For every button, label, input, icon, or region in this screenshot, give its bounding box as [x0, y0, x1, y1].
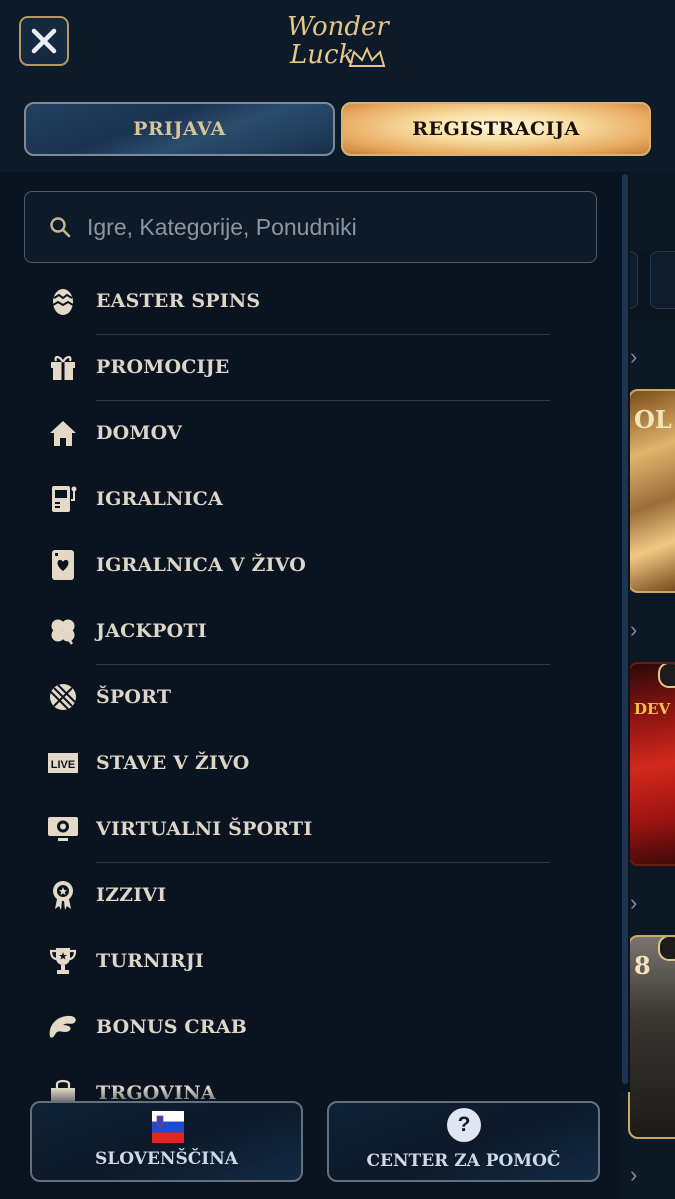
menu-item-label: TURNIRJI — [96, 950, 205, 972]
register-button[interactable]: REGISTRACIJA — [341, 102, 651, 156]
logo-text-top: Wonder — [287, 12, 389, 42]
game-card-title: OL — [634, 405, 672, 434]
login-button-label: PRIJAVA — [133, 118, 226, 140]
menu-item-label: DOMOV — [96, 422, 183, 444]
menu-item-igralnica[interactable]: IGRALNICA — [46, 466, 566, 532]
menu-item-label: BONUS CRAB — [96, 1016, 247, 1038]
chevron-right-icon[interactable]: › — [630, 1162, 637, 1188]
menu-item-label: IZZIVI — [96, 884, 167, 906]
menu-item-bonus-crab[interactable]: BONUS CRAB — [46, 994, 566, 1060]
gift-icon — [46, 350, 80, 384]
menu-scrollbar[interactable] — [620, 172, 630, 1092]
ball-icon — [46, 680, 80, 714]
question-mark-icon: ? — [447, 1108, 481, 1142]
close-button[interactable] — [19, 16, 69, 66]
game-card-title: 8 — [634, 951, 651, 980]
background-game-card[interactable]: DEV — [628, 662, 675, 866]
medal-icon — [46, 878, 80, 912]
background-game-card[interactable]: OL — [628, 389, 675, 593]
logo-text-bottom: Luck — [290, 40, 355, 70]
menu-item-izzivi[interactable]: IZZIVI — [46, 862, 566, 928]
search-icon — [50, 217, 71, 238]
background-category-tile[interactable] — [650, 251, 675, 309]
menu-item-label: EASTER SPINS — [96, 290, 261, 312]
egg-icon — [46, 284, 80, 318]
help-center-button[interactable]: ? CENTER ZA POMOČ — [327, 1101, 600, 1182]
game-card-badge — [658, 664, 675, 688]
menu-item-sport[interactable]: ŠPORT — [46, 664, 566, 730]
menu-item-igralnica-v-zivo[interactable]: IGRALNICA V ŽIVO — [46, 532, 566, 598]
menu-scrollbar-thumb[interactable] — [622, 174, 628, 1084]
background-game-card[interactable]: 8 — [628, 935, 675, 1139]
menu-item-label: IGRALNICA V ŽIVO — [96, 554, 307, 576]
game-card-badge — [658, 937, 675, 961]
menu-item-label: PROMOCIJE — [96, 356, 230, 378]
home-icon — [46, 416, 80, 450]
menu-item-label: JACKPOTI — [96, 620, 207, 642]
menu-item-label: VIRTUALNI ŠPORTI — [96, 818, 313, 840]
playing-card-icon — [46, 548, 80, 582]
slovenia-flag-icon — [152, 1111, 184, 1143]
search-field[interactable] — [24, 191, 597, 263]
menu-item-stave-v-zivo[interactable]: LIVE STAVE V ŽIVO — [46, 730, 566, 796]
search-input[interactable] — [85, 212, 569, 242]
menu-item-turnirji[interactable]: TURNIRJI — [46, 928, 566, 994]
chevron-right-icon[interactable]: › — [630, 890, 637, 916]
game-card-title: DEV — [634, 700, 671, 718]
virtual-screen-icon — [46, 812, 80, 846]
logo[interactable]: Wonder Luck — [284, 10, 394, 74]
clover-icon — [46, 614, 80, 648]
close-icon — [31, 28, 57, 54]
slot-machine-icon — [46, 482, 80, 516]
menu-item-promocije[interactable]: PROMOCIJE — [46, 334, 566, 400]
crab-claw-icon — [46, 1010, 80, 1044]
register-button-label: REGISTRACIJA — [412, 118, 580, 140]
live-icon: LIVE — [46, 746, 80, 780]
help-center-button-label: CENTER ZA POMOČ — [366, 1151, 561, 1171]
chevron-right-icon[interactable]: › — [630, 344, 637, 370]
crown-icon — [348, 46, 386, 67]
language-button[interactable]: SLOVENŠČINA — [30, 1101, 303, 1182]
menu-header: Wonder Luck PRIJAVA REGISTRACIJA — [0, 0, 675, 172]
language-button-label: SLOVENŠČINA — [95, 1149, 238, 1169]
menu-item-label: STAVE V ŽIVO — [96, 752, 250, 774]
trophy-icon — [46, 944, 80, 978]
chevron-right-icon[interactable]: › — [630, 617, 637, 643]
menu-item-domov[interactable]: DOMOV — [46, 400, 566, 466]
menu-item-jackpoti[interactable]: JACKPOTI — [46, 598, 566, 664]
login-button[interactable]: PRIJAVA — [24, 102, 335, 156]
menu-item-label: ŠPORT — [96, 686, 172, 708]
menu-item-label: IGRALNICA — [96, 488, 223, 510]
menu-item-easter-spins[interactable]: EASTER SPINS — [46, 268, 566, 334]
menu-item-virtualni-sporti[interactable]: VIRTUALNI ŠPORTI — [46, 796, 566, 862]
live-badge-text: LIVE — [51, 759, 75, 771]
